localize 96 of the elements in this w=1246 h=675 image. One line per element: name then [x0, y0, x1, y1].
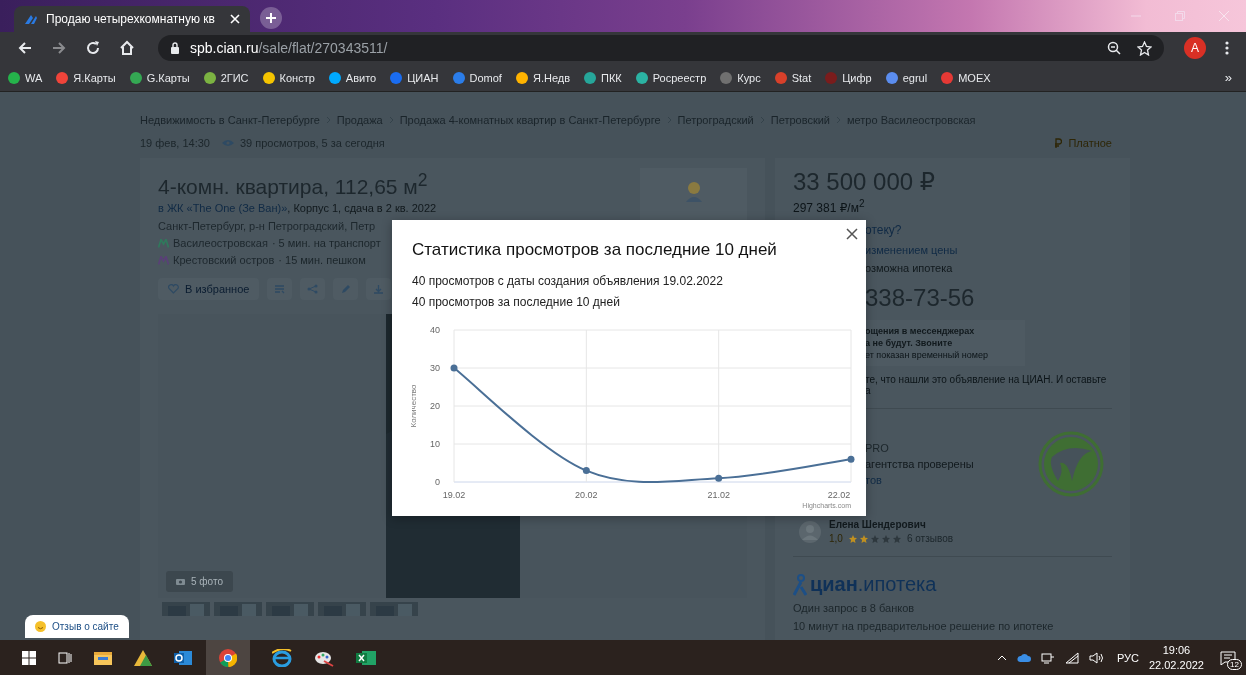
- eye-icon: [221, 139, 234, 147]
- axis-title: Количество: [409, 384, 418, 428]
- close-icon[interactable]: [846, 228, 858, 240]
- folder-icon[interactable]: [94, 650, 112, 665]
- data-point: [582, 467, 590, 475]
- photo-count-button[interactable]: 5 фото: [166, 571, 233, 592]
- rating-value: 1,0: [829, 533, 843, 544]
- star-icon: [881, 534, 890, 543]
- data-point: [450, 364, 458, 372]
- chevron-up-icon[interactable]: [996, 654, 1007, 661]
- complex-details: , Корпус 1, сдача в 2 кв. 2022: [287, 202, 437, 214]
- star-icon: [870, 534, 879, 543]
- share-icon: [307, 284, 319, 294]
- camera-icon: [176, 578, 185, 585]
- notification-count[interactable]: 12: [1227, 658, 1242, 670]
- bookmark[interactable]: egrul: [885, 71, 928, 84]
- bookmark[interactable]: Я.Карты: [56, 71, 116, 84]
- bookmark[interactable]: Росреестр: [635, 71, 707, 84]
- forward-icon[interactable]: [51, 40, 67, 56]
- volume-icon[interactable]: [1088, 651, 1105, 664]
- star-icon: [859, 534, 868, 543]
- browser-tab[interactable]: Продаю четырехкомнатную кв: [14, 6, 250, 32]
- mortgage-note: озможна ипотека: [865, 262, 954, 274]
- axis-tick-label: 19.02: [442, 490, 466, 500]
- bookmark[interactable]: 2ГИС: [203, 71, 249, 84]
- task-view-icon[interactable]: [58, 650, 72, 665]
- agency-logo-icon: [1038, 431, 1104, 497]
- windows-icon[interactable]: [22, 650, 36, 665]
- chart-app-icon[interactable]: [134, 649, 152, 666]
- star-icon: [892, 534, 901, 543]
- site-icon: [24, 13, 38, 25]
- more-bookmarks-button[interactable]: »: [1224, 70, 1232, 85]
- agent-name: Елена Шендерович: [829, 519, 927, 530]
- bookmark[interactable]: WA: [8, 71, 43, 84]
- list-icon: [274, 284, 286, 294]
- mortgage-logo: циан.ипотека: [793, 573, 1112, 596]
- person-icon: [683, 180, 704, 202]
- bookmark[interactable]: MOEX: [941, 71, 991, 84]
- bookmark[interactable]: Констр: [262, 71, 315, 84]
- heart-icon: [168, 284, 179, 294]
- notice-text: ощения в мессенджерах: [865, 326, 976, 336]
- bookmark[interactable]: Цифр: [825, 71, 872, 84]
- axis-tick-label: 0: [435, 477, 440, 487]
- browser-icon: [219, 648, 237, 667]
- verified-text: агентства проверены: [865, 458, 974, 470]
- pin-icon: [793, 574, 807, 596]
- pencil-icon: [340, 284, 352, 294]
- bookmark[interactable]: ПКК: [584, 71, 622, 84]
- price-per-meter: 297 381 ₽/м$^{2}$: [793, 198, 866, 215]
- bookmark[interactable]: G.Карты: [129, 71, 190, 84]
- axis-tick-label: 21.02: [707, 490, 730, 500]
- cloud-icon[interactable]: [1016, 653, 1031, 662]
- mail-app-icon[interactable]: [174, 649, 192, 666]
- reload-icon[interactable]: [85, 40, 101, 56]
- new-tab-icon[interactable]: [260, 7, 282, 29]
- bookmark[interactable]: Domof: [452, 71, 502, 84]
- bookmark[interactable]: ЦИАН: [390, 71, 439, 84]
- clock-time[interactable]: 19:06: [1148, 642, 1204, 658]
- star-icon[interactable]: [1137, 40, 1152, 56]
- axis-tick-label: 30: [430, 363, 440, 373]
- bookmark[interactable]: Я.Недв: [515, 71, 571, 84]
- url-text: spb.cian.ru/sale/flat/270343511/: [190, 40, 388, 56]
- bookmark[interactable]: Авито: [328, 71, 377, 84]
- lock-icon: [170, 42, 180, 54]
- network-icon[interactable]: [1040, 651, 1055, 664]
- avatar-icon: [799, 520, 821, 543]
- download-icon: [373, 284, 385, 294]
- profile-avatar[interactable]: A: [1184, 37, 1206, 59]
- back-icon[interactable]: [17, 40, 33, 56]
- ruble-icon: [1054, 138, 1063, 148]
- star-icon: [848, 534, 857, 543]
- data-point: [715, 474, 723, 482]
- zoom-icon[interactable]: [1107, 41, 1121, 55]
- spreadsheet-icon[interactable]: [356, 649, 376, 666]
- feedback-button[interactable]: Отзыв о сайте: [25, 615, 129, 638]
- browser-icon[interactable]: [272, 648, 292, 667]
- stat-text: 40 просмотров с даты создания объявления 19.02.2022: [411, 274, 724, 288]
- address-bar[interactable]: spb.cian.ru/sale/flat/270343511/: [158, 35, 1164, 61]
- smiley-icon: [35, 621, 46, 632]
- stat-text: 40 просмотров за последние 10 дней: [411, 295, 621, 309]
- language-indicator[interactable]: РУС: [1116, 651, 1139, 664]
- data-point: [847, 455, 855, 463]
- axis-tick-label: 20: [430, 401, 440, 411]
- dialog-title: Статистика просмотров за последние 10 дней: [411, 240, 778, 260]
- axis-tick-label: 20.02: [575, 490, 598, 500]
- menu-icon[interactable]: [1225, 40, 1229, 56]
- bookmark[interactable]: Stat: [774, 71, 812, 84]
- clock-date[interactable]: 22.02.2022: [1148, 657, 1204, 673]
- taskbar-app-button[interactable]: [206, 640, 250, 675]
- home-icon[interactable]: [119, 40, 135, 56]
- axis-tick-label: 40: [430, 325, 440, 335]
- note-text: те, что нашли это объявление на ЦИАН. И оставьте: [865, 374, 1108, 385]
- paid-label: Платное: [1068, 137, 1112, 149]
- bookmark[interactable]: Курс: [720, 71, 761, 84]
- axis-tick-label: 22.02: [827, 490, 851, 500]
- axis-tick-label: 10: [430, 439, 440, 449]
